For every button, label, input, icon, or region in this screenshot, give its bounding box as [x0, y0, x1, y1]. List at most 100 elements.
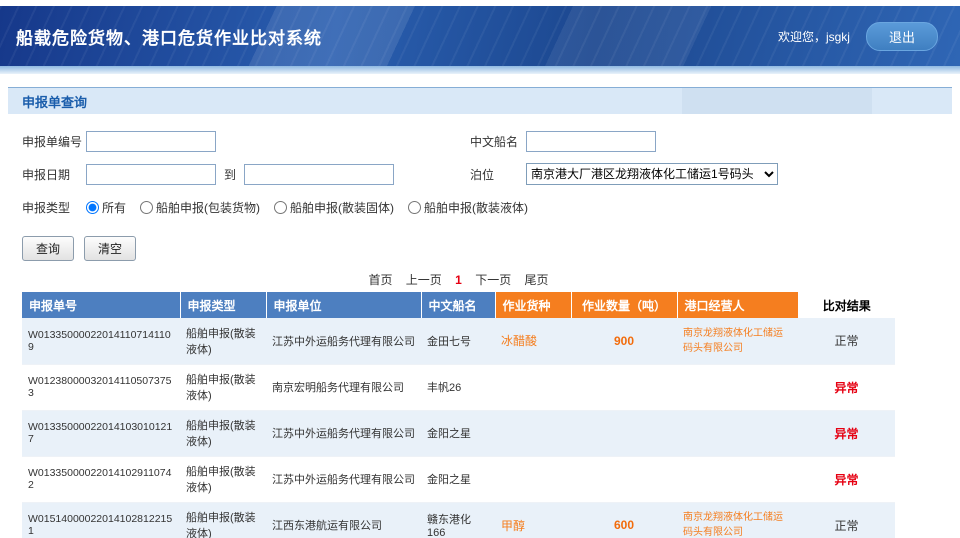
section-header-right-segment — [682, 88, 872, 114]
header-quantity: 作业数量（吨） — [571, 292, 677, 318]
cell-ship-name: 赣东港化166 — [421, 502, 495, 538]
results-table-header: 申报单号 申报类型 申报单位 中文船名 作业货种 作业数量（吨） 港口经营人 比… — [22, 292, 895, 318]
cell-quantity — [571, 410, 677, 456]
cell-declaration-unit: 南京宏明船务代理有限公司 — [266, 364, 421, 410]
cell-quantity: 600 — [571, 502, 677, 538]
type-option-bulk-solid-label: 船舶申报(散装固体) — [290, 199, 394, 216]
cell-declaration-type: 船舶申报(散装液体) — [180, 318, 266, 364]
type-radio-bulk-solid[interactable] — [274, 201, 287, 214]
ship-name-group: 中文船名 — [470, 130, 656, 152]
cell-cargo-type — [495, 410, 571, 456]
cell-declaration-unit: 江苏中外运船务代理有限公司 — [266, 456, 421, 502]
cell-cargo-type — [495, 456, 571, 502]
result-text: 正常 — [834, 334, 858, 348]
cell-declaration-type: 船舶申报(散装液体) — [180, 502, 266, 538]
header-compare-result: 比对结果 — [798, 292, 895, 318]
type-radio-bulk-liquid[interactable] — [408, 201, 421, 214]
cell-port-operator: 南京龙翔液体化工储运码头有限公司 — [677, 502, 798, 538]
cell-cargo-type: 甲醇 — [495, 502, 571, 538]
cell-compare-result: 正常 — [798, 502, 895, 538]
cell-declaration-unit: 江苏中外运船务代理有限公司 — [266, 410, 421, 456]
cell-ship-name: 金阳之星 — [421, 410, 495, 456]
section-title: 申报单查询 — [8, 92, 87, 111]
cell-port-operator — [677, 364, 798, 410]
cell-quantity — [571, 456, 677, 502]
cell-declaration-no: W015140000220141028122151 — [22, 502, 180, 538]
cell-quantity — [571, 364, 677, 410]
app-title: 船载危险货物、港口危货作业比对系统 — [16, 24, 322, 49]
cell-ship-name: 金田七号 — [421, 318, 495, 364]
type-label: 申报类型 — [22, 199, 86, 216]
declaration-no-input[interactable] — [86, 131, 216, 152]
berth-select[interactable]: 南京港大厂港区龙翔液体化工储运1号码头 — [526, 163, 778, 185]
type-option-bulk-liquid-label: 船舶申报(散装液体) — [424, 199, 528, 216]
cell-cargo-type: 冰醋酸 — [495, 318, 571, 364]
cell-ship-name: 金阳之星 — [421, 456, 495, 502]
cell-ship-name: 丰帆26 — [421, 364, 495, 410]
section-header-bar: 申报单查询 — [8, 87, 952, 114]
type-radio-all[interactable] — [86, 201, 99, 214]
declaration-type-radio-group: 所有 船舶申报(包装货物) 船舶申报(散装固体) 船舶申报(散装液体) — [86, 199, 528, 216]
cell-cargo-type — [495, 364, 571, 410]
table-row: W013350000220141030101217 船舶申报(散装液体) 江苏中… — [22, 410, 895, 456]
form-row-1: 申报单编号 中文船名 — [22, 130, 960, 152]
page-next-link[interactable]: 下一页 — [475, 273, 511, 287]
type-radio-packaged[interactable] — [140, 201, 153, 214]
result-text: 异常 — [834, 427, 858, 441]
cell-declaration-unit: 江苏中外运船务代理有限公司 — [266, 318, 421, 364]
type-option-bulk-solid[interactable]: 船舶申报(散装固体) — [274, 199, 394, 216]
cell-declaration-type: 船舶申报(散装液体) — [180, 410, 266, 456]
pagination: 首页 上一页 1 下一页 尾页 — [22, 271, 895, 288]
date-from-input[interactable] — [86, 164, 216, 185]
result-text: 异常 — [834, 473, 858, 487]
cell-declaration-type: 船舶申报(散装液体) — [180, 456, 266, 502]
cell-declaration-no: W012380000320141105073753 — [22, 364, 180, 410]
cell-declaration-no: W013350000220141029110742 — [22, 456, 180, 502]
berth-group: 泊位 南京港大厂港区龙翔液体化工储运1号码头 — [470, 163, 778, 185]
cell-port-operator — [677, 456, 798, 502]
top-banner: 船载危险货物、港口危货作业比对系统 欢迎您，jsgkj 退出 — [0, 6, 960, 66]
type-option-packaged-label: 船舶申报(包装货物) — [156, 199, 260, 216]
page-first-link[interactable]: 首页 — [368, 273, 392, 287]
cell-compare-result: 正常 — [798, 318, 895, 364]
type-option-all-label: 所有 — [102, 199, 126, 216]
declaration-no-label: 申报单编号 — [22, 133, 86, 150]
form-buttons: 查询 清空 — [22, 236, 960, 261]
date-to-input[interactable] — [244, 164, 394, 185]
result-text: 正常 — [834, 519, 858, 533]
banner-right: 欢迎您，jsgkj 退出 — [778, 22, 938, 51]
table-row: W013350000220141107141109 船舶申报(散装液体) 江苏中… — [22, 318, 895, 364]
clear-button[interactable]: 清空 — [84, 236, 136, 261]
cell-declaration-no: W013350000220141030101217 — [22, 410, 180, 456]
cell-compare-result: 异常 — [798, 364, 895, 410]
cell-compare-result: 异常 — [798, 410, 895, 456]
date-to-separator: 到 — [224, 166, 236, 183]
logout-button[interactable]: 退出 — [866, 22, 938, 51]
type-option-bulk-liquid[interactable]: 船舶申报(散装液体) — [408, 199, 528, 216]
page-prev-link[interactable]: 上一页 — [406, 273, 442, 287]
query-form: 申报单编号 中文船名 申报日期 到 泊位 南京港大厂港区龙翔液体化工储运1号码头… — [0, 114, 960, 261]
type-option-packaged[interactable]: 船舶申报(包装货物) — [140, 199, 260, 216]
result-text: 异常 — [834, 381, 858, 395]
table-row: W013350000220141029110742 船舶申报(散装液体) 江苏中… — [22, 456, 895, 502]
page-current: 1 — [455, 273, 462, 287]
header-declaration-no: 申报单号 — [22, 292, 180, 318]
header-declaration-unit: 申报单位 — [266, 292, 421, 318]
ship-name-input[interactable] — [526, 131, 656, 152]
cell-compare-result: 异常 — [798, 456, 895, 502]
query-button[interactable]: 查询 — [22, 236, 74, 261]
table-row: W012380000320141105073753 船舶申报(散装液体) 南京宏… — [22, 364, 895, 410]
cell-declaration-type: 船舶申报(散装液体) — [180, 364, 266, 410]
header-cargo-type: 作业货种 — [495, 292, 571, 318]
berth-label: 泊位 — [470, 166, 526, 183]
cell-port-operator: 南京龙翔液体化工储运码头有限公司 — [677, 318, 798, 364]
ship-name-label: 中文船名 — [470, 133, 526, 150]
table-row: W015140000220141028122151 船舶申报(散装液体) 江西东… — [22, 502, 895, 538]
header-ship-name: 中文船名 — [421, 292, 495, 318]
type-option-all[interactable]: 所有 — [86, 199, 126, 216]
header-port-operator: 港口经营人 — [677, 292, 798, 318]
cell-declaration-no: W013350000220141107141109 — [22, 318, 180, 364]
cell-port-operator — [677, 410, 798, 456]
page-last-link[interactable]: 尾页 — [525, 273, 549, 287]
cell-declaration-unit: 江西东港航运有限公司 — [266, 502, 421, 538]
